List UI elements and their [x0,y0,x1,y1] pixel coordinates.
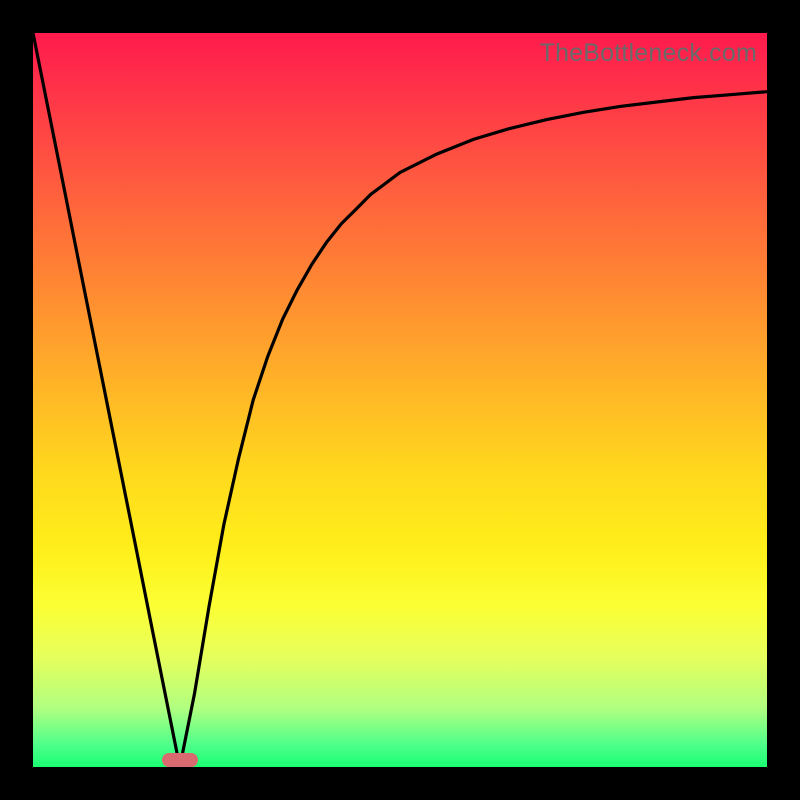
bottleneck-curve [33,33,767,767]
curve-path [33,33,767,767]
plot-area: TheBottleneck.com [33,33,767,767]
optimum-marker [162,753,198,767]
chart-frame: TheBottleneck.com [0,0,800,800]
